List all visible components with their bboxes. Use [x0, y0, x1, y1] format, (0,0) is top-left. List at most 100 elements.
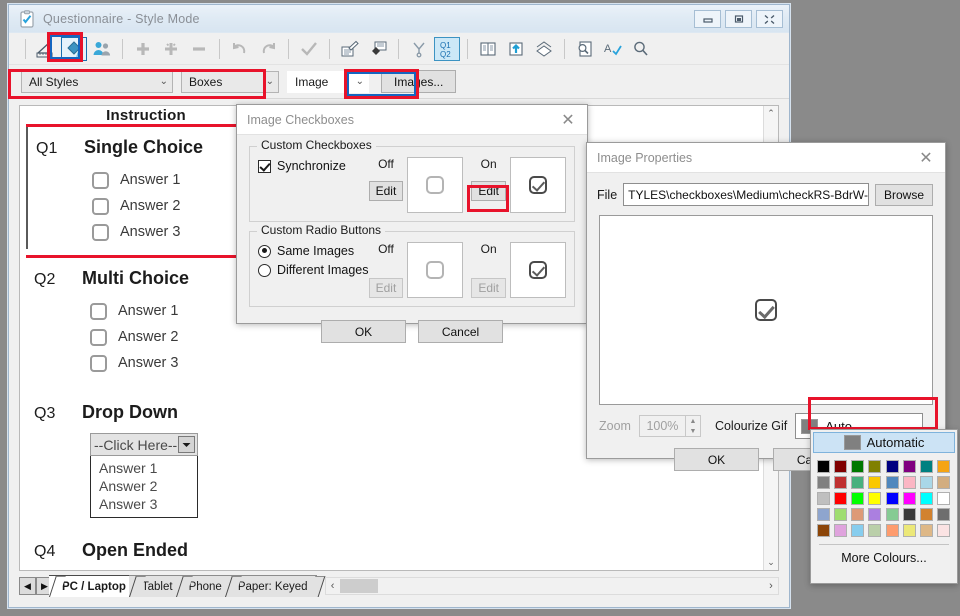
cancel-button[interactable]: Cancel [418, 320, 503, 343]
colour-swatch-37[interactable] [903, 524, 916, 537]
checkbox-icon[interactable] [92, 198, 109, 215]
same-images-radio[interactable]: Same Images [258, 244, 369, 258]
colour-swatch-18[interactable] [851, 492, 864, 505]
spellcheck-icon[interactable]: A [600, 37, 626, 61]
scroll-right-icon[interactable]: › [764, 580, 778, 592]
question-block-q2[interactable]: Q2 Multi Choice Answer 1 Answer 2 [26, 258, 266, 380]
colour-swatch-14[interactable] [920, 476, 933, 489]
checkbox-on-preview[interactable] [510, 157, 566, 213]
grid-view-icon[interactable] [475, 37, 501, 61]
edit-style-icon[interactable] [337, 37, 363, 61]
stepper-up-icon[interactable]: ▲ [686, 416, 700, 426]
tab-prev-button[interactable]: ◀ [19, 577, 36, 595]
chevron-down-icon[interactable] [178, 436, 195, 453]
measure-tool-icon[interactable] [33, 37, 59, 61]
colour-swatch-32[interactable] [817, 524, 830, 537]
radio-on-preview[interactable] [510, 242, 566, 298]
dropdown-option[interactable]: Answer 2 [91, 477, 197, 495]
ok-button[interactable]: OK [674, 448, 759, 471]
colour-swatch-12[interactable] [886, 476, 899, 489]
close-icon[interactable]: ✕ [549, 105, 587, 134]
ok-button[interactable]: OK [321, 320, 406, 343]
colour-swatch-8[interactable] [817, 476, 830, 489]
checkbox-icon[interactable] [258, 160, 271, 173]
colour-swatch-9[interactable] [834, 476, 847, 489]
question-block-q3[interactable]: Q3 Drop Down --Click Here-- Answer 1 A [26, 380, 266, 522]
colour-swatch-grid[interactable] [811, 455, 957, 540]
colour-swatch-22[interactable] [920, 492, 933, 505]
colour-swatch-28[interactable] [886, 508, 899, 521]
colour-swatch-23[interactable] [937, 492, 950, 505]
minimize-button[interactable] [694, 10, 721, 28]
style-scope-dropdown[interactable]: All Styles ⌄ [21, 71, 173, 93]
scrollbar-thumb[interactable] [340, 579, 378, 593]
colour-swatch-39[interactable] [937, 524, 950, 537]
file-path-input[interactable]: TYLES\checkboxes\Medium\checkRS-BdrW-2c-… [623, 183, 869, 206]
remove-icon[interactable] [186, 37, 212, 61]
synchronize-checkbox[interactable]: Synchronize [258, 159, 369, 173]
colour-swatch-25[interactable] [834, 508, 847, 521]
checkbox-icon[interactable] [90, 303, 107, 320]
colour-swatch-24[interactable] [817, 508, 830, 521]
validate-icon[interactable] [296, 37, 322, 61]
colour-swatch-10[interactable] [851, 476, 864, 489]
tab-phone[interactable]: Phone [176, 575, 231, 597]
fill-style-icon[interactable] [365, 37, 391, 61]
radio-icon[interactable] [258, 245, 271, 258]
routing-icon[interactable] [406, 37, 432, 61]
paint-style-icon[interactable]: A [61, 37, 87, 61]
colour-swatch-30[interactable] [920, 508, 933, 521]
checkbox-icon[interactable] [92, 172, 109, 189]
colour-swatch-29[interactable] [903, 508, 916, 521]
scroll-down-icon[interactable]: ⌄ [764, 555, 778, 570]
undo-icon[interactable] [227, 37, 253, 61]
stepper-down-icon[interactable]: ▼ [686, 426, 700, 436]
question-block-q4[interactable]: Q4 Open Ended [26, 522, 266, 565]
dropdown-header[interactable]: --Click Here-- [90, 433, 198, 456]
maximize-button[interactable] [725, 10, 752, 28]
dropdown-option[interactable]: Answer 3 [91, 495, 197, 513]
colour-swatch-4[interactable] [886, 460, 899, 473]
checkbox-icon[interactable] [90, 329, 107, 346]
images-button[interactable]: Images... [381, 70, 456, 93]
colour-swatch-34[interactable] [851, 524, 864, 537]
add-icon[interactable] [130, 37, 156, 61]
browse-button[interactable]: Browse [875, 184, 933, 206]
question-numbering-icon[interactable]: Q1 Q2 [434, 37, 460, 61]
tab-paper-keyed[interactable]: Paper: Keyed [225, 575, 317, 597]
colour-swatch-26[interactable] [851, 508, 864, 521]
colour-swatch-11[interactable] [868, 476, 881, 489]
preview-icon[interactable] [572, 37, 598, 61]
stepper-buttons[interactable]: ▲ ▼ [685, 416, 700, 436]
layers-icon[interactable] [531, 37, 557, 61]
colour-swatch-2[interactable] [851, 460, 864, 473]
tab-tablet[interactable]: Tablet [129, 575, 182, 597]
checkbox-on-edit-button[interactable]: Edit [471, 181, 506, 201]
checkbox-off-edit-button[interactable]: Edit [369, 181, 404, 201]
more-colours-button[interactable]: More Colours... [811, 545, 957, 565]
colour-swatch-3[interactable] [868, 460, 881, 473]
redo-icon[interactable] [255, 37, 281, 61]
colour-swatch-27[interactable] [868, 508, 881, 521]
dropdown-widget[interactable]: --Click Here-- Answer 1 Answer 2 Answer … [90, 433, 266, 518]
colour-swatch-13[interactable] [903, 476, 916, 489]
zoom-icon[interactable] [628, 37, 654, 61]
zoom-stepper[interactable]: 100% ▲ ▼ [639, 415, 701, 437]
colour-swatch-19[interactable] [868, 492, 881, 505]
radio-off-preview[interactable] [407, 242, 463, 298]
dropdown-option[interactable]: Answer 1 [91, 459, 197, 477]
publish-icon[interactable] [503, 37, 529, 61]
dropdown-list[interactable]: Answer 1 Answer 2 Answer 3 [90, 456, 198, 518]
respondents-icon[interactable] [89, 37, 115, 61]
scroll-left-icon[interactable]: ‹ [326, 580, 340, 592]
automatic-colour-option[interactable]: Automatic [813, 432, 955, 453]
colour-swatch-35[interactable] [868, 524, 881, 537]
colour-swatch-15[interactable] [937, 476, 950, 489]
colour-swatch-7[interactable] [937, 460, 950, 473]
colour-swatch-17[interactable] [834, 492, 847, 505]
radio-icon[interactable] [258, 264, 271, 277]
tab-pc-laptop[interactable]: PC / Laptop [49, 575, 135, 597]
colour-swatch-5[interactable] [903, 460, 916, 473]
colour-swatch-1[interactable] [834, 460, 847, 473]
colour-swatch-38[interactable] [920, 524, 933, 537]
